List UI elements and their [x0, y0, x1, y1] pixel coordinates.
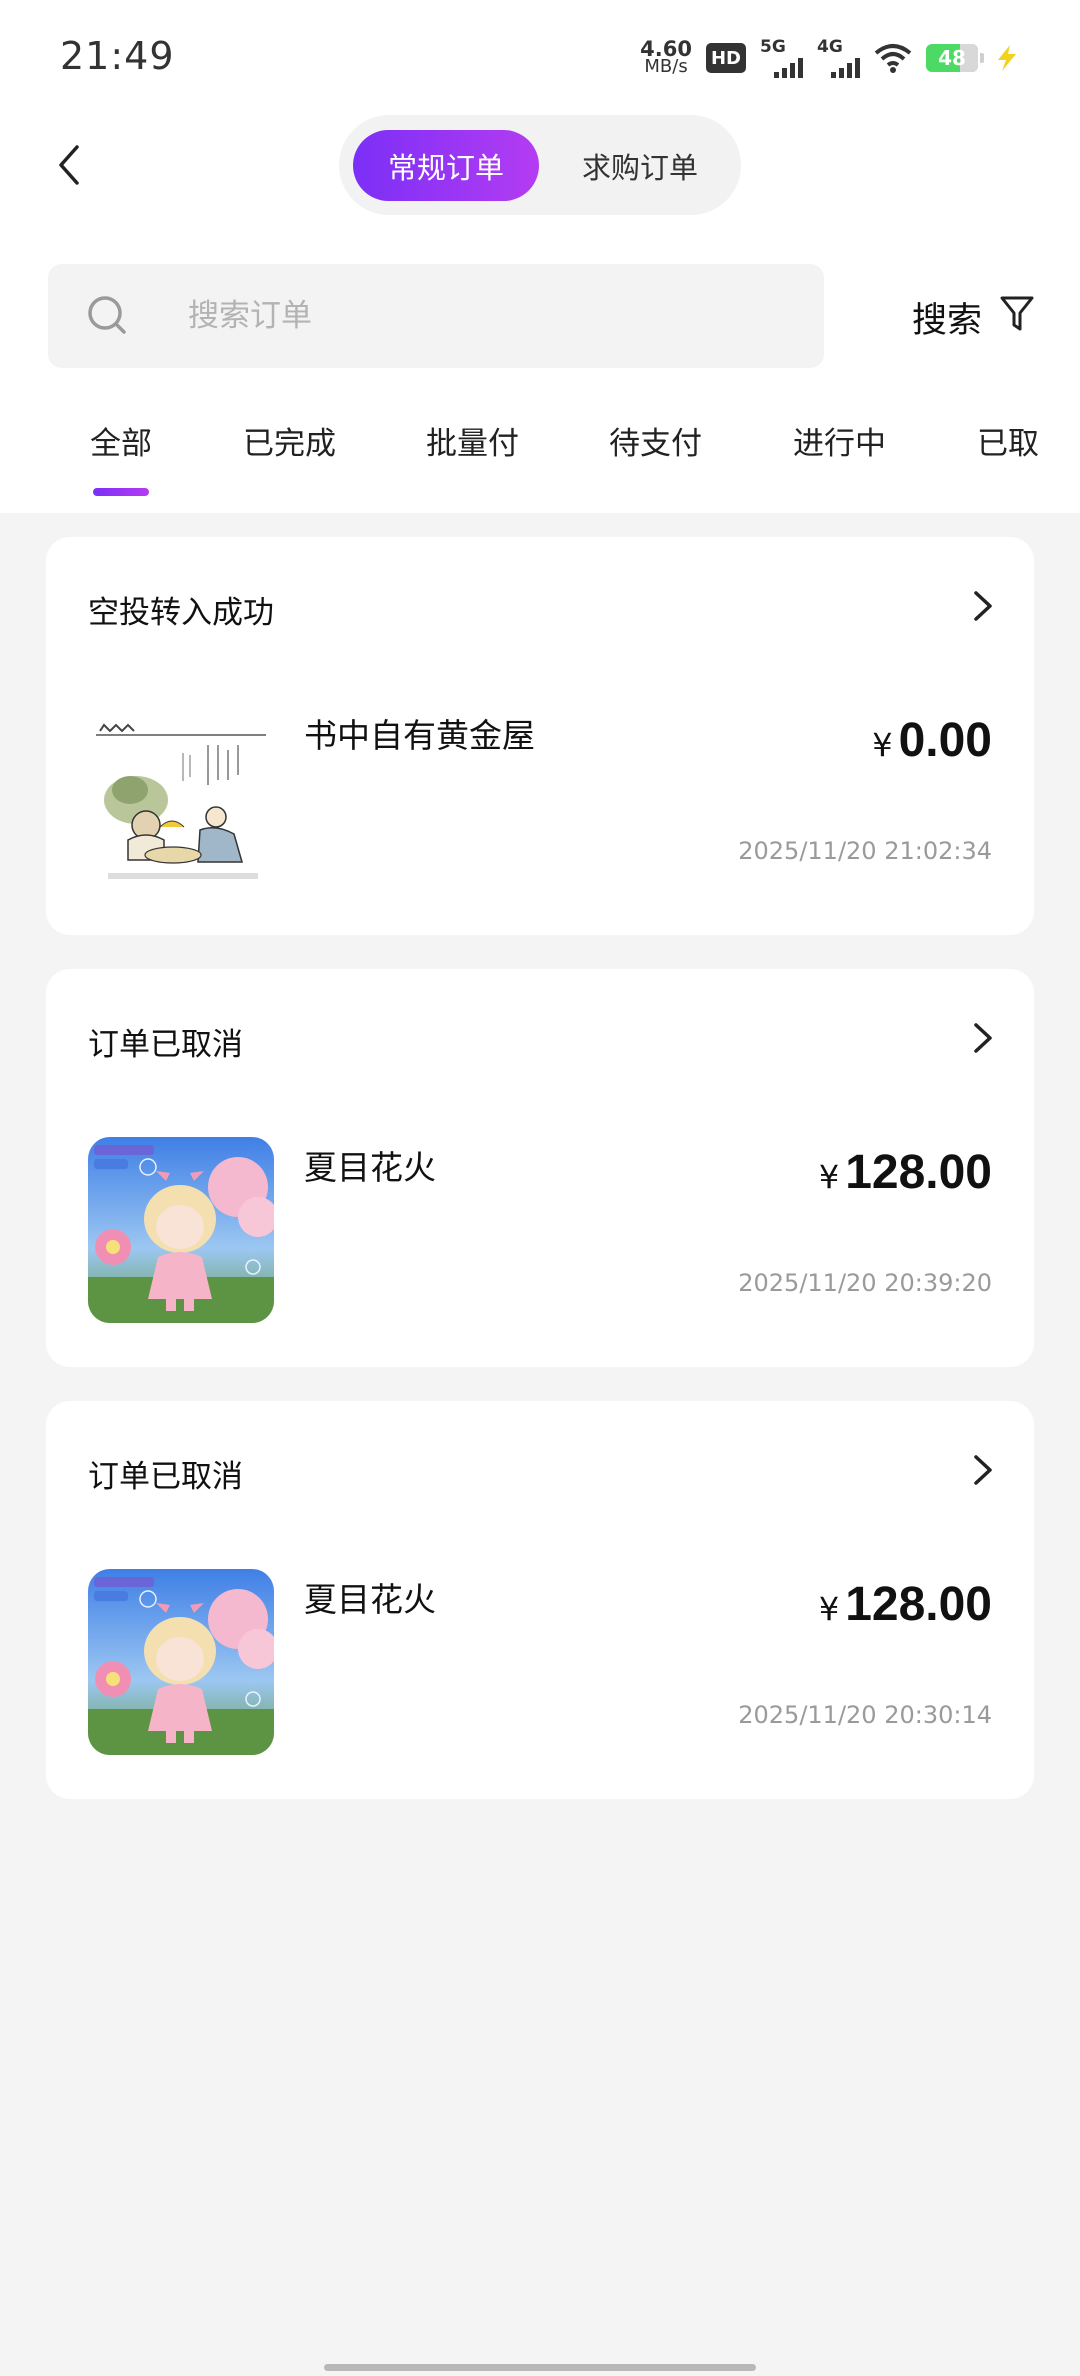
tab-completed[interactable]: 已完成: [243, 418, 336, 463]
back-button[interactable]: [44, 140, 94, 190]
price-amount: 128.00: [845, 1146, 992, 1199]
currency-symbol: ¥: [872, 726, 893, 764]
network-speed: 4.60 MB/s: [640, 39, 692, 77]
chevron-left-icon: [59, 145, 79, 185]
order-card[interactable]: 订单已取消: [46, 1401, 1034, 1799]
active-tab-indicator: [93, 488, 149, 496]
charging-icon: [998, 45, 1016, 71]
order-status: 订单已取消: [88, 1027, 243, 1063]
product-image[interactable]: [88, 1569, 274, 1755]
price-amount: 0.00: [898, 714, 992, 767]
order-price: ¥ 128.00: [819, 1577, 992, 1632]
product-name: 夏目花火: [304, 1580, 436, 1619]
order-price: ¥ 0.00: [872, 713, 992, 768]
tab-in-progress[interactable]: 进行中: [793, 418, 886, 463]
sim2-signal-icon: 4G: [817, 36, 860, 78]
order-price: ¥ 128.00: [819, 1145, 992, 1200]
sim2-network-type: 4G: [817, 36, 843, 57]
sim1-network-type: 5G: [760, 36, 786, 57]
search-icon: [88, 296, 126, 334]
tab-purchase-request-orders[interactable]: 求购订单: [551, 130, 729, 201]
order-time: 2025/11/20 20:39:20: [738, 1269, 992, 1297]
product-name: 书中自有黄金屋: [304, 716, 535, 755]
order-status-tabs: 全部 已完成 批量付 待支付 进行中 已取: [0, 418, 1080, 498]
network-speed-unit: MB/s: [644, 56, 688, 77]
order-card[interactable]: 空投转入成功 书中自有黄金屋 ¥ 0.00 2025/11/20 21:02:3…: [46, 537, 1034, 935]
tab-all[interactable]: 全部: [90, 418, 152, 463]
chevron-right-icon[interactable]: [970, 1021, 996, 1055]
order-time: 2025/11/20 20:30:14: [738, 1701, 992, 1729]
sim1-signal-icon: 5G: [760, 36, 803, 78]
product-image[interactable]: [88, 705, 274, 891]
currency-symbol: ¥: [818, 1158, 840, 1196]
currency-symbol: ¥: [818, 1590, 840, 1628]
tab-regular-orders[interactable]: 常规订单: [353, 130, 539, 201]
order-status: 订单已取消: [88, 1459, 243, 1495]
home-indicator[interactable]: [324, 2364, 756, 2371]
doll-figure-image: [88, 1569, 274, 1755]
tab-batch-pay[interactable]: 批量付: [426, 418, 519, 463]
status-time: 21:49: [60, 34, 175, 78]
order-status: 空投转入成功: [88, 595, 274, 631]
battery-icon: 48: [926, 44, 984, 72]
status-icons: 4.60 MB/s HD 5G 4G 48: [640, 36, 1022, 80]
order-card[interactable]: 订单已取消: [46, 969, 1034, 1367]
tab-cancelled[interactable]: 已取: [977, 418, 1039, 463]
filter-icon[interactable]: [999, 294, 1035, 334]
hd-voice-icon: HD: [705, 43, 746, 73]
search-box: [48, 264, 824, 368]
product-name: 夏目花火: [304, 1148, 436, 1187]
battery-level: 48: [938, 46, 966, 70]
order-time: 2025/11/20 21:02:34: [738, 837, 992, 865]
search-button[interactable]: 搜索: [912, 292, 982, 343]
chevron-right-icon[interactable]: [970, 589, 996, 623]
chevron-right-icon[interactable]: [970, 1453, 996, 1487]
wifi-icon: [874, 44, 912, 73]
price-amount: 128.00: [845, 1578, 992, 1631]
hd-label: HD: [710, 47, 741, 69]
status-bar: 21:49 4.60 MB/s HD 5G 4G 48: [0, 0, 1080, 115]
doll-figure-image: [88, 1137, 274, 1323]
top-area: 21:49 4.60 MB/s HD 5G 4G 48 常规订单 求购订单 搜索…: [0, 0, 1080, 513]
search-input[interactable]: [188, 290, 788, 342]
product-image[interactable]: [88, 1137, 274, 1323]
ink-painting-image: [88, 705, 274, 891]
order-type-switch: 常规订单 求购订单: [339, 115, 741, 215]
tab-pending-payment[interactable]: 待支付: [609, 418, 702, 463]
